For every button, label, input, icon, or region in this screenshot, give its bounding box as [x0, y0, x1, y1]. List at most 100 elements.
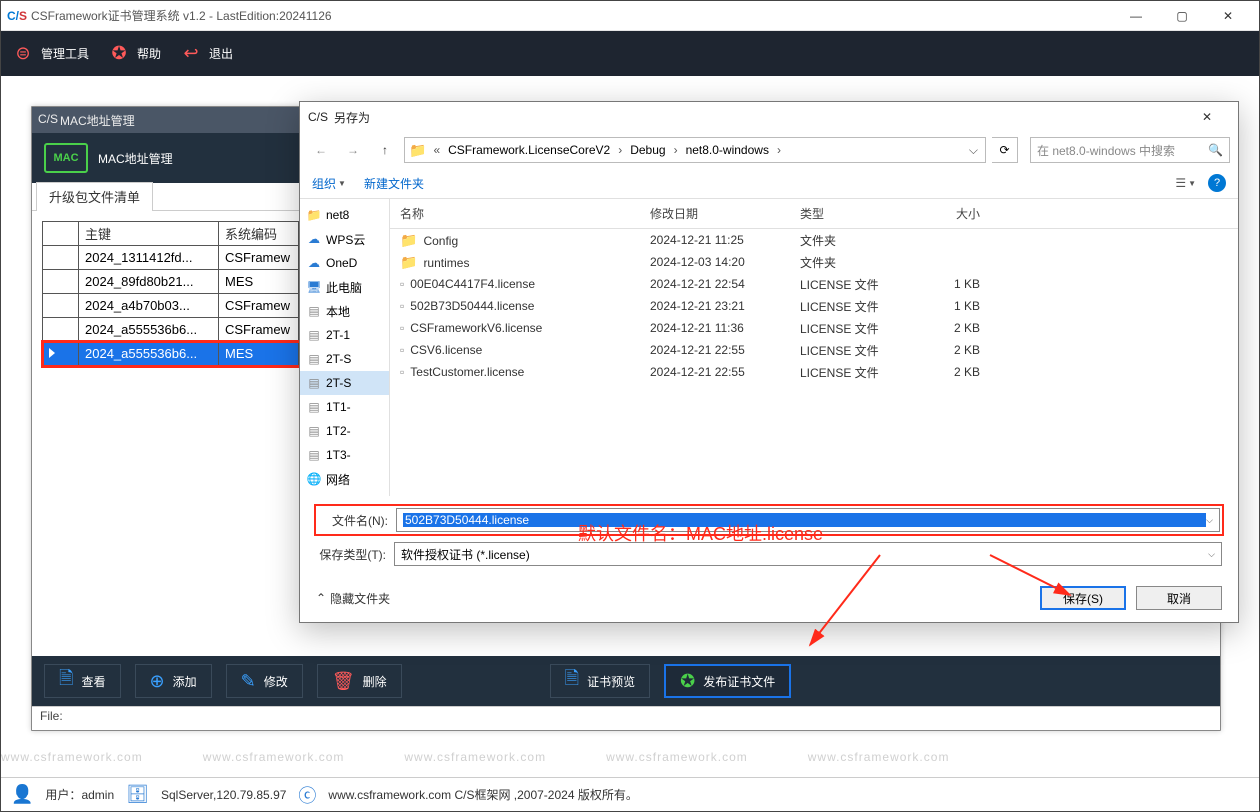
disk-icon: ▤ — [306, 304, 322, 318]
maximize-button[interactable]: ▢ — [1159, 1, 1205, 31]
list-item[interactable]: ▫CSFrameworkV6.license2024-12-21 11:36LI… — [390, 317, 1238, 339]
dialog-toolbar: 组织 ▼ 新建文件夹 ☰ ▼ ? — [300, 168, 1238, 198]
view-mode-button[interactable]: ☰ ▼ — [1175, 176, 1196, 190]
file-icon: ▫ — [400, 321, 404, 335]
cloud-icon: ☁ — [306, 256, 322, 270]
new-folder-button[interactable]: 新建文件夹 — [364, 175, 424, 192]
list-item[interactable]: ▫502B73D50444.license2024-12-21 23:21LIC… — [390, 295, 1238, 317]
ribbon-tools[interactable]: ⊜ 管理工具 — [11, 42, 89, 66]
close-button[interactable]: ✕ — [1205, 1, 1251, 31]
breadcrumb-seg[interactable]: net8.0-windows — [681, 138, 774, 162]
tree-item[interactable]: 🖥此电脑 — [300, 275, 389, 299]
pc-icon: 🖥 — [306, 280, 322, 294]
breadcrumb-seg[interactable]: CSFramework.LicenseCoreV2 — [443, 138, 615, 162]
tree-item[interactable]: ▤2T-1 — [300, 323, 389, 347]
tree-item[interactable]: ▤2T-S — [300, 347, 389, 371]
folder-icon: 📁 — [400, 232, 417, 248]
tree-item[interactable]: 📁net8 — [300, 203, 389, 227]
mac-header-title: MAC地址管理 — [98, 150, 173, 167]
net-icon: 🌐 — [306, 472, 322, 486]
add-icon: ⊕ — [150, 671, 165, 692]
app-logo-icon: C/S — [38, 112, 54, 128]
search-input[interactable]: 在 net8.0-windows 中搜索 🔍 — [1030, 137, 1230, 163]
col-key[interactable]: 主键 — [79, 222, 219, 246]
edit-button[interactable]: ✎修改 — [226, 664, 303, 698]
disk-icon: ▤ — [306, 352, 322, 366]
form-area: 文件名(N): 502B73D50444.license ⌵ 保存类型(T): … — [300, 496, 1238, 578]
organize-menu[interactable]: 组织 ▼ — [312, 175, 346, 192]
tree-item[interactable]: ▤1T2- — [300, 419, 389, 443]
file-list[interactable]: 名称 修改日期 类型 大小 📁Config2024-12-21 11:25文件夹… — [390, 199, 1238, 496]
type-select[interactable]: 软件授权证书 (*.license) ⌵ — [394, 542, 1222, 566]
delete-icon: 🗑 — [332, 671, 355, 692]
disk-icon: ▤ — [306, 376, 322, 390]
type-row: 保存类型(T): 软件授权证书 (*.license) ⌵ — [316, 542, 1222, 566]
tab-upgrade-list[interactable]: 升级包文件清单 — [36, 182, 153, 211]
mac-badge-icon: MAC — [44, 143, 88, 173]
site-icon: ⓒ — [298, 782, 316, 808]
disk-icon: ▤ — [306, 424, 322, 438]
forward-button[interactable]: → — [340, 137, 366, 163]
cancel-button[interactable]: 取消 — [1136, 586, 1222, 610]
minimize-button[interactable]: — — [1113, 1, 1159, 31]
col-date[interactable]: 修改日期 — [640, 205, 790, 222]
tree-item[interactable]: ☁OneD — [300, 251, 389, 275]
site-label: www.csframework.com C/S框架网 ,2007-2024 版权… — [328, 786, 637, 803]
tree-item[interactable]: ▤1T1- — [300, 395, 389, 419]
refresh-button[interactable]: ⟳ — [992, 137, 1018, 163]
dialog-close-button[interactable]: ✕ — [1184, 103, 1230, 131]
folder-icon: 📁 — [400, 254, 417, 270]
folder-icon: 📁 — [306, 208, 322, 222]
search-icon: 🔍 — [1208, 143, 1223, 157]
app-logo-icon: C/S — [9, 8, 25, 24]
address-dropdown[interactable]: ⌵ — [966, 143, 981, 158]
file-icon: ▫ — [400, 277, 404, 291]
user-label: 用户：admin — [45, 786, 114, 803]
chevron-down-icon[interactable]: ⌵ — [1208, 549, 1215, 560]
tree-item[interactable]: ▤2T-S — [300, 371, 389, 395]
back-button[interactable]: ← — [308, 137, 334, 163]
add-button[interactable]: ⊕添加 — [135, 664, 212, 698]
save-button[interactable]: 保存(S) — [1040, 586, 1126, 610]
disk-icon: ▤ — [306, 328, 322, 342]
folder-tree[interactable]: 📁net8☁WPS云☁OneD🖥此电脑▤本地▤2T-1▤2T-S▤2T-S▤1T… — [300, 199, 390, 496]
tree-item[interactable]: ▤本地 — [300, 299, 389, 323]
col-type[interactable]: 类型 — [790, 205, 910, 222]
up-button[interactable]: ↑ — [372, 137, 398, 163]
hide-folders-toggle[interactable]: ⌃ 隐藏文件夹 — [316, 590, 390, 607]
col-syscode[interactable]: 系统编码 — [219, 222, 299, 246]
breadcrumb-seg[interactable]: Debug — [625, 138, 670, 162]
help-icon: ✪ — [107, 42, 131, 66]
list-item[interactable]: 📁Config2024-12-21 11:25文件夹 — [390, 229, 1238, 251]
ribbon-help[interactable]: ✪ 帮助 — [107, 42, 161, 66]
statusbar: File: — [32, 706, 1220, 730]
list-header: 名称 修改日期 类型 大小 — [390, 199, 1238, 229]
db-icon: 🗄 — [126, 784, 149, 805]
tree-item[interactable]: ☁WPS云 — [300, 227, 389, 251]
list-item[interactable]: ▫00E04C4417F4.license2024-12-21 22:54LIC… — [390, 273, 1238, 295]
publish-button[interactable]: ✪发布证书文件 — [664, 664, 791, 698]
help-button[interactable]: ? — [1208, 174, 1226, 192]
folder-icon: 📁 — [409, 142, 426, 159]
filename-input[interactable]: 502B73D50444.license ⌵ — [396, 508, 1220, 532]
col-name[interactable]: 名称 — [390, 205, 640, 222]
ribbon-exit[interactable]: ↩ 退出 — [179, 42, 233, 66]
watermark: www.csframework.comwww.csframework.comww… — [1, 744, 1259, 767]
list-item[interactable]: ▫TestCustomer.license2024-12-21 22:55LIC… — [390, 361, 1238, 383]
view-button[interactable]: 🗎查看 — [44, 664, 121, 698]
delete-button[interactable]: 🗑删除 — [317, 664, 402, 698]
tree-item[interactable]: ▤1T3- — [300, 443, 389, 467]
list-item[interactable]: 📁runtimes2024-12-03 14:20文件夹 — [390, 251, 1238, 273]
dialog-titlebar: C/S 另存为 ✕ — [300, 102, 1238, 132]
col-rowheader — [43, 222, 79, 246]
dialog-title: 另存为 — [334, 109, 370, 126]
preview-button[interactable]: 🗎证书预览 — [550, 664, 651, 698]
titlebar: C/S CSFramework证书管理系统 v1.2 - LastEdition… — [1, 1, 1259, 31]
type-label: 保存类型(T): — [316, 546, 386, 563]
address-bar[interactable]: 📁 « CSFramework.LicenseCoreV2› Debug› ne… — [404, 137, 986, 163]
tools-icon: ⊜ — [11, 42, 35, 66]
chevron-down-icon[interactable]: ⌵ — [1206, 515, 1213, 526]
col-size[interactable]: 大小 — [910, 205, 990, 222]
tree-item[interactable]: 🌐网络 — [300, 467, 389, 491]
list-item[interactable]: ▫CSV6.license2024-12-21 22:55LICENSE 文件2… — [390, 339, 1238, 361]
